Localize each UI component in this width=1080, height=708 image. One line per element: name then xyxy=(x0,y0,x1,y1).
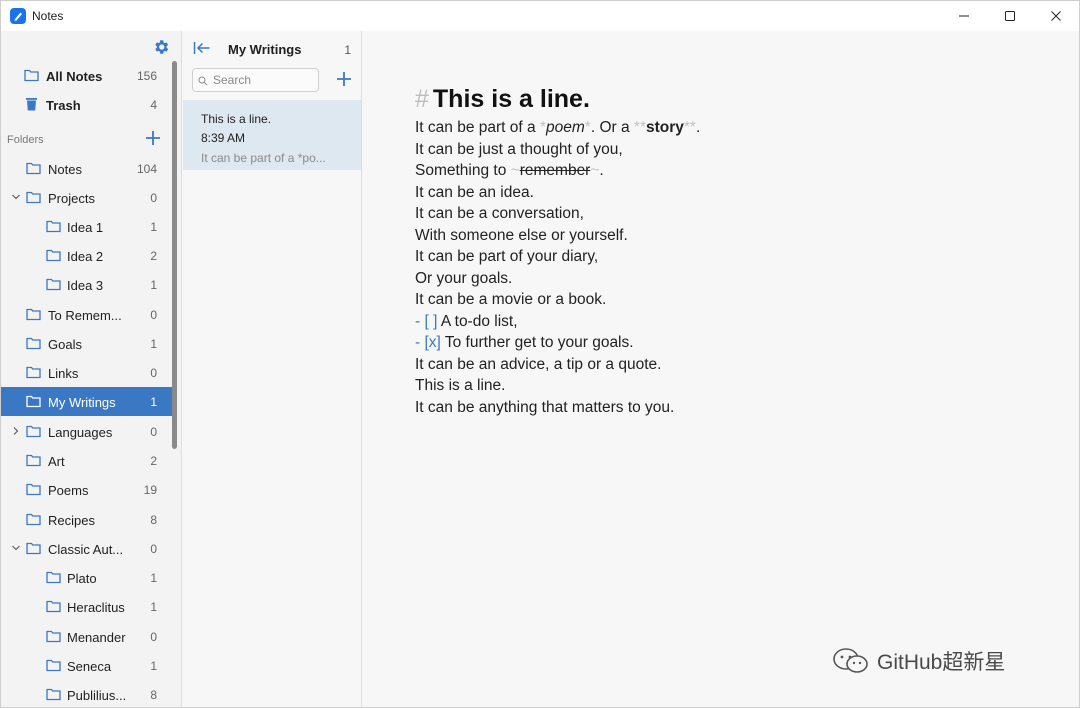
editor-line: With someone else or yourself. xyxy=(415,226,628,244)
wechat-logo-icon xyxy=(833,648,868,673)
editor-line: It can be anything that matters to you. xyxy=(415,398,675,416)
sidebar-item-idea-3[interactable]: Idea 3 1 xyxy=(1,270,172,299)
folder-icon xyxy=(46,688,61,701)
watermark: GitHub超新星 xyxy=(831,646,1005,676)
app-title: Notes xyxy=(32,9,64,23)
settings-gear-icon[interactable] xyxy=(152,38,170,56)
editor-line: It can be part of a *poem*. Or a **story… xyxy=(415,119,701,136)
todo-item[interactable]: - [ ] A to-do list, xyxy=(415,311,700,333)
sidebar-item-my-writings[interactable]: My Writings 1 xyxy=(1,387,172,416)
folder-icon xyxy=(26,308,41,321)
note-list-item[interactable]: This is a line. 8:39 AM It can be part o… xyxy=(183,100,361,170)
sidebar-item-idea-2[interactable]: Idea 2 2 xyxy=(1,241,172,270)
note-list-count: 1 xyxy=(344,43,351,57)
note-editor[interactable]: # This is a line. It can be part of a *po… xyxy=(363,31,1079,707)
chevron-right-icon[interactable] xyxy=(11,426,21,436)
add-note-plus-icon[interactable] xyxy=(336,71,352,87)
sidebar-item-poems[interactable]: Poems 19 xyxy=(1,475,172,504)
close-icon xyxy=(1051,11,1061,21)
sidebar-item-goals[interactable]: Goals 1 xyxy=(1,329,172,358)
close-button[interactable] xyxy=(1033,1,1079,31)
sidebar-scrollbar[interactable] xyxy=(172,61,177,449)
editor-line: It can be an advice, a tip or a quote. xyxy=(415,355,662,373)
sidebar-item-trash[interactable]: Trash 4 xyxy=(1,90,172,119)
sidebar-item-art[interactable]: Art 2 xyxy=(1,446,172,475)
folder-icon xyxy=(46,571,61,584)
note-title: This is a line. xyxy=(201,112,272,126)
folder-icon xyxy=(26,483,41,496)
collapse-sidebar-arrow-icon[interactable] xyxy=(193,41,211,55)
maximize-icon xyxy=(1005,11,1015,21)
note-document[interactable]: # This is a line. It can be part of a *po… xyxy=(415,83,700,418)
title-bar: Notes xyxy=(1,1,1079,31)
minimize-icon xyxy=(959,15,969,17)
sidebar-item-publilius[interactable]: Publilius... 8 xyxy=(1,680,172,707)
folder-icon xyxy=(46,278,61,291)
maximize-button[interactable] xyxy=(987,1,1033,31)
sidebar-item-idea-1[interactable]: Idea 1 1 xyxy=(1,212,172,241)
trash-icon xyxy=(26,98,37,111)
todo-checkbox-unchecked[interactable]: - [ ] xyxy=(415,313,437,330)
editor-line: It can be part of your diary, xyxy=(415,248,599,265)
sidebar-item-all-notes[interactable]: All Notes 156 xyxy=(1,61,172,90)
sidebar-item-languages[interactable]: Languages 0 xyxy=(1,417,172,446)
chevron-down-icon[interactable] xyxy=(11,543,21,553)
editor-line: Something to ~remember~. xyxy=(415,162,604,179)
sidebar-item-recipes[interactable]: Recipes 8 xyxy=(1,505,172,534)
chevron-down-icon[interactable] xyxy=(11,192,21,202)
folder-icon xyxy=(46,600,61,613)
editor-line: It can be an idea. xyxy=(415,183,534,201)
search-icon xyxy=(198,76,208,86)
sidebar-item-projects[interactable]: Projects 0 xyxy=(1,183,172,212)
editor-line: It can be just a thought of you, xyxy=(415,140,623,158)
folder-icon xyxy=(26,191,41,204)
sidebar-item-menander[interactable]: Menander 0 xyxy=(1,622,172,651)
folder-icon xyxy=(26,162,41,175)
app-logo-icon xyxy=(10,8,26,24)
sidebar-item-notes[interactable]: Notes 104 xyxy=(1,154,172,183)
minimize-button[interactable] xyxy=(941,1,987,31)
sidebar-item-seneca[interactable]: Seneca 1 xyxy=(1,651,172,680)
watermark-text: GitHub超新星 xyxy=(877,651,1006,674)
folder-icon xyxy=(26,542,41,555)
folder-icon xyxy=(24,69,39,82)
folder-icon xyxy=(26,513,41,526)
sidebar-item-heraclitus[interactable]: Heraclitus 1 xyxy=(1,592,172,621)
folder-icon xyxy=(46,220,61,233)
editor-line: It can be a conversation, xyxy=(415,205,584,222)
todo-item[interactable]: - [x] To further get to your goals. xyxy=(415,332,700,354)
app-window: Notes All Notes 156 Trash 4 Folders Note… xyxy=(0,0,1080,708)
search-box[interactable] xyxy=(192,68,319,92)
folder-icon xyxy=(26,366,41,379)
folder-icon xyxy=(46,630,61,643)
sidebar-item-plato[interactable]: Plato 1 xyxy=(1,563,172,592)
folders-header: Folders xyxy=(7,134,44,146)
note-list-title: My Writings xyxy=(228,42,302,57)
folder-icon xyxy=(46,659,61,672)
add-folder-plus-icon[interactable] xyxy=(145,130,161,146)
folder-icon xyxy=(26,425,41,438)
editor-line: This is a line. xyxy=(415,377,506,394)
note-preview: It can be part of a *po... xyxy=(201,151,326,165)
note-list-panel: My Writings 1 This is a line. 8:39 AM It… xyxy=(183,31,362,707)
folder-icon xyxy=(26,337,41,350)
note-time: 8:39 AM xyxy=(201,131,246,145)
sidebar-item-classic-authors[interactable]: Classic Aut... 0 xyxy=(1,534,172,563)
folder-icon xyxy=(26,395,41,408)
folder-icon xyxy=(26,454,41,467)
note-heading: # This is a line. xyxy=(415,85,590,113)
todo-checkbox-checked[interactable]: - [x] xyxy=(415,334,441,351)
editor-line: Or your goals. xyxy=(415,269,513,287)
folder-sidebar: All Notes 156 Trash 4 Folders Notes 104 … xyxy=(1,31,182,707)
editor-line: It can be a movie or a book. xyxy=(415,291,607,308)
folder-icon xyxy=(46,249,61,262)
sidebar-item-links[interactable]: Links 0 xyxy=(1,358,172,387)
sidebar-item-to-remember[interactable]: To Remem... 0 xyxy=(1,300,172,329)
search-input[interactable] xyxy=(213,72,313,88)
